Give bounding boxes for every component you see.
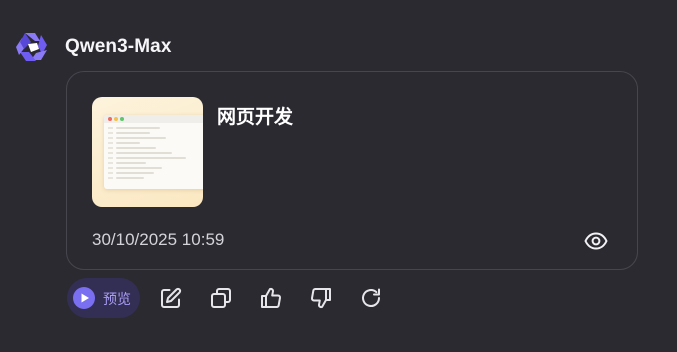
model-name: Qwen3-Max	[65, 36, 172, 57]
artifact-timestamp: 30/10/2025 10:59	[92, 230, 225, 249]
preview-button[interactable]: 预览	[67, 278, 140, 318]
artifact-card[interactable]: 网页开发 30/10/2025 10:59	[66, 71, 638, 270]
thumbs-up-icon[interactable]	[259, 286, 283, 310]
code-page-thumbnail[interactable]	[92, 97, 203, 207]
refresh-icon[interactable]	[359, 286, 383, 310]
artifact-title: 网页开发	[217, 107, 294, 128]
eye-icon[interactable]	[584, 229, 608, 253]
copy-icon[interactable]	[209, 286, 233, 310]
edit-icon[interactable]	[159, 286, 183, 310]
play-circle-icon	[73, 287, 95, 309]
thumbnail-window	[104, 115, 203, 189]
preview-label: 预览	[103, 291, 131, 307]
thumbs-down-icon[interactable]	[309, 286, 333, 310]
qwen-logo-icon	[14, 28, 52, 66]
